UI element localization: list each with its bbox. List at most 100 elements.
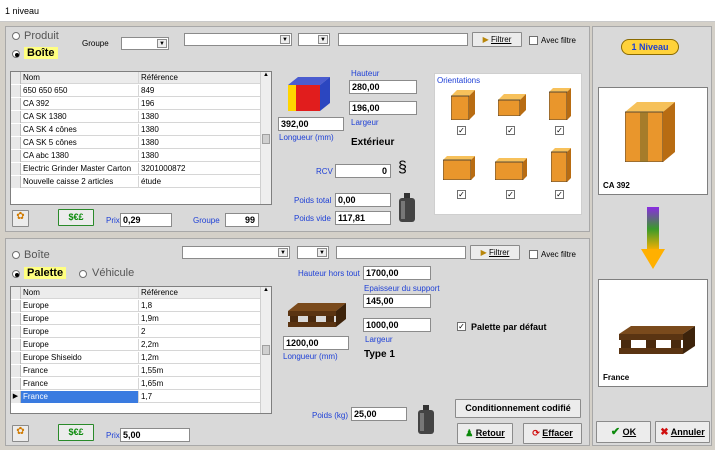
box-table[interactable]: Nom Référence 650 650 650 849 CA 392 196 C…: [10, 71, 272, 205]
radio-palette[interactable]: [12, 270, 20, 278]
table-row[interactable]: CA 392 196: [11, 98, 271, 110]
orientation-3-checkbox[interactable]: ✓: [555, 126, 564, 135]
window-title: 1 niveau: [5, 6, 40, 16]
orientation-1-icon: [451, 90, 475, 120]
palette-defaut-checkbox[interactable]: ✓: [457, 322, 466, 331]
radio-boite-bottom[interactable]: [12, 251, 20, 259]
orientation-4-checkbox[interactable]: ✓: [457, 190, 466, 199]
clear-icon: ⟳: [532, 428, 540, 438]
scroll-thumb[interactable]: [262, 134, 270, 144]
weight-icon: [418, 405, 434, 434]
scroll-up-icon[interactable]: ▲: [261, 72, 271, 78]
bottom-filter-select-1[interactable]: ▼: [182, 246, 290, 259]
filtrer-button[interactable]: ▶ Filtrer: [472, 32, 522, 47]
epaisseur-input[interactable]: 145,00: [363, 294, 431, 308]
avec-filtre-checkbox[interactable]: [529, 36, 538, 45]
right-panel: 1 Niveau CA 392 France ✔ OK ✖ Annuler: [592, 26, 712, 446]
conditionnement-codifie-button[interactable]: Conditionnement codifié: [455, 399, 581, 418]
prix-input[interactable]: 0,29: [120, 213, 172, 227]
radio-vehicule-label[interactable]: Véhicule: [92, 267, 134, 279]
weight-icon: [399, 193, 415, 222]
radio-boite-bottom-label[interactable]: Boîte: [24, 249, 50, 261]
annuler-button[interactable]: ✖ Annuler: [655, 421, 710, 443]
orientation-3-icon: [549, 88, 571, 120]
orientation-1-checkbox[interactable]: ✓: [457, 126, 466, 135]
radio-boite-label[interactable]: Boîte: [24, 47, 58, 59]
table-row[interactable]: France 1,65m: [11, 378, 271, 390]
table-row[interactable]: CA SK 4 cônes 1380: [11, 124, 271, 136]
table-row[interactable]: France 1,55m: [11, 365, 271, 377]
hauteur-input[interactable]: 280,00: [349, 80, 417, 94]
largeur-input[interactable]: 196,00: [349, 101, 417, 115]
scrollbar[interactable]: ▲: [260, 287, 271, 413]
radio-produit[interactable]: [12, 32, 20, 40]
bottom-filter-text-input[interactable]: [336, 246, 466, 259]
filter-select-1[interactable]: ▼: [184, 33, 292, 46]
table-row[interactable]: Europe 2: [11, 326, 271, 338]
groupe-label: Groupe: [82, 39, 109, 48]
pallet-table[interactable]: Nom Référence Europe 1,8 Europe 1,9m Europ…: [10, 286, 272, 414]
bottom-filtrer-button[interactable]: ▶ Filtrer: [470, 245, 520, 260]
poids-vide-input[interactable]: 117,81: [335, 211, 391, 225]
bottom-largeur-input[interactable]: 1000,00: [363, 318, 431, 332]
column-header-nom[interactable]: Nom: [21, 72, 139, 84]
groupe-select[interactable]: ▼: [121, 37, 169, 50]
image-button[interactable]: ✿: [12, 210, 29, 227]
column-header-nom[interactable]: Nom: [21, 287, 139, 299]
effacer-button[interactable]: ⟳ Effacer: [523, 423, 582, 444]
radio-palette-label[interactable]: Palette: [24, 267, 67, 279]
bottom-panel: Boîte Palette Véhicule ▼ ▼ ▶ Filtrer Ave…: [5, 238, 590, 446]
scroll-up-icon[interactable]: ▲: [261, 287, 271, 293]
radio-boite[interactable]: [12, 50, 20, 58]
column-header-reference[interactable]: Référence: [139, 72, 178, 83]
bottom-largeur-label: Largeur: [365, 335, 393, 344]
bottom-filtrer-label: Filtrer: [488, 248, 510, 257]
orientation-6-icon: [551, 148, 571, 182]
radio-vehicule[interactable]: [79, 270, 87, 278]
chevron-down-icon: ▼: [278, 248, 288, 257]
niveau-badge[interactable]: 1 Niveau: [621, 39, 679, 55]
table-row[interactable]: Nouvelle caisse 2 articles étude: [11, 176, 271, 188]
table-row[interactable]: CA SK 1380 1380: [11, 111, 271, 123]
table-row[interactable]: CA SK 5 cônes 1380: [11, 137, 271, 149]
top-panel: Produit Boîte Groupe ▼ ▼ ▼ ▶ Filtrer Ave…: [5, 26, 590, 232]
table-row[interactable]: Europe Shiseido 1,2m: [11, 352, 271, 364]
filter-text-input[interactable]: [338, 33, 468, 46]
table-row[interactable]: Europe 2,2m: [11, 339, 271, 351]
poids-total-label: Poids total: [294, 196, 332, 205]
longueur-input[interactable]: 392,00: [278, 117, 344, 131]
filter-select-2[interactable]: ▼: [298, 33, 330, 46]
table-row-selected[interactable]: ▶ France 1,7: [11, 391, 271, 403]
table-row[interactable]: 650 650 650 849: [11, 85, 271, 97]
table-row[interactable]: Europe 1,9m: [11, 313, 271, 325]
retour-button[interactable]: ♟ Retour: [457, 423, 513, 444]
rcv-input[interactable]: 0: [335, 164, 391, 178]
ok-button[interactable]: ✔ OK: [596, 421, 651, 443]
orientation-2-checkbox[interactable]: ✓: [506, 126, 515, 135]
table-row[interactable]: Electric Grinder Master Carton 3201000872: [11, 163, 271, 175]
bottom-image-button[interactable]: ✿: [12, 425, 29, 442]
poids-input[interactable]: 25,00: [351, 407, 407, 421]
box-preview-icon: [625, 102, 675, 162]
orientation-6-checkbox[interactable]: ✓: [555, 190, 564, 199]
bottom-prix-input[interactable]: 5,00: [120, 428, 190, 442]
radio-produit-label[interactable]: Produit: [24, 30, 59, 42]
poids-total-input[interactable]: 0,00: [335, 193, 391, 207]
scrollbar[interactable]: ▲: [260, 72, 271, 204]
bottom-filter-select-2[interactable]: ▼: [297, 246, 329, 259]
orientation-5-checkbox[interactable]: ✓: [506, 190, 515, 199]
groupe-value[interactable]: 99: [225, 213, 259, 227]
largeur-label: Largeur: [351, 118, 379, 127]
bottom-longueur-input[interactable]: 1200,00: [283, 336, 349, 350]
table-row[interactable]: CA abc 1380 1380: [11, 150, 271, 162]
hauteur-hors-tout-input[interactable]: 1700,00: [363, 266, 431, 280]
longueur-label: Longueur (mm): [279, 133, 334, 142]
table-row[interactable]: Europe 1,8: [11, 300, 271, 312]
scroll-thumb[interactable]: [262, 345, 270, 355]
column-header-reference[interactable]: Référence: [139, 287, 178, 298]
close-icon: ✖: [660, 427, 669, 438]
chevron-down-icon: ▼: [318, 35, 328, 44]
bottom-currency-button[interactable]: $€£: [58, 424, 94, 441]
bottom-avec-filtre-checkbox[interactable]: [529, 250, 538, 259]
currency-button[interactable]: $€£: [58, 209, 94, 226]
